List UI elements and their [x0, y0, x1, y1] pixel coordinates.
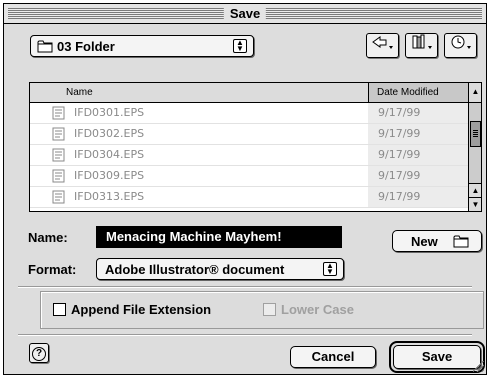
file-list[interactable]: Name Date Modified ▲ IFD0301.EPS 9/17/99…: [29, 82, 482, 212]
divider: [18, 334, 472, 336]
list-header: Name Date Modified: [30, 83, 468, 103]
file-name: IFD0313.EPS: [74, 190, 145, 203]
lower-case-checkbox: [263, 303, 276, 316]
title-bar[interactable]: Save: [4, 4, 486, 24]
scroll-up-arrow[interactable]: ▲: [469, 183, 481, 197]
table-row[interactable]: IFD0302.EPS 9/17/99: [30, 124, 468, 145]
help-icon: ?: [32, 347, 46, 361]
file-date: 9/17/99: [368, 145, 468, 165]
column-header-name[interactable]: Name: [30, 83, 368, 102]
pointing-hand-icon: [371, 36, 395, 53]
name-input-value: Menacing Machine Mayhem!: [100, 230, 338, 244]
folder-icon: [453, 234, 469, 253]
format-popup[interactable]: Adobe Illustrator® document ▲ ▼: [96, 258, 344, 280]
name-input[interactable]: Menacing Machine Mayhem!: [96, 226, 342, 248]
help-button[interactable]: ?: [29, 343, 49, 363]
file-name: IFD0304.EPS: [74, 148, 145, 161]
shortcuts-button[interactable]: [366, 33, 399, 58]
popup-arrows-icon: ▲ ▼: [323, 262, 337, 276]
save-button[interactable]: Save: [393, 345, 481, 369]
append-extension-label[interactable]: Append File Extension: [71, 302, 211, 317]
scroll-thumb[interactable]: [470, 121, 481, 147]
file-date: 9/17/99: [368, 124, 468, 144]
file-rows: IFD0301.EPS 9/17/99 IFD0302.EPS 9/17/99 …: [30, 103, 468, 208]
window-title: Save: [223, 5, 267, 22]
options-group: Append File Extension Lower Case: [40, 291, 484, 329]
file-date: 9/17/99: [368, 187, 468, 207]
vertical-scrollbar[interactable]: ▲ ▼: [468, 103, 481, 211]
name-label: Name:: [28, 230, 68, 245]
books-icon: [410, 34, 434, 53]
file-date: 9/17/99: [368, 103, 468, 123]
folder-popup-label: 03 Folder: [57, 39, 115, 54]
table-row[interactable]: IFD0301.EPS 9/17/99: [30, 103, 468, 124]
file-name: IFD0301.EPS: [74, 106, 145, 119]
popup-arrows-icon: ▲ ▼: [233, 39, 247, 53]
file-date: 9/17/99: [368, 166, 468, 186]
table-row[interactable]: IFD0313.EPS 9/17/99: [30, 187, 468, 208]
new-folder-button[interactable]: New: [392, 230, 482, 252]
scroll-grip: [473, 130, 478, 137]
recent-button[interactable]: [444, 33, 477, 58]
folder-popup[interactable]: 03 Folder ▲ ▼: [30, 35, 254, 57]
column-header-date[interactable]: Date Modified: [368, 83, 468, 102]
clock-icon: [449, 35, 473, 53]
file-name: IFD0302.EPS: [74, 127, 145, 140]
divider: [18, 286, 472, 288]
file-name: IFD0309.EPS: [74, 169, 145, 182]
new-folder-label: New: [411, 234, 438, 249]
lower-case-label: Lower Case: [281, 302, 354, 317]
format-popup-value: Adobe Illustrator® document: [105, 262, 285, 277]
table-row[interactable]: IFD0309.EPS 9/17/99: [30, 166, 468, 187]
scroll-down-arrow[interactable]: ▼: [469, 197, 481, 211]
cancel-button[interactable]: Cancel: [290, 346, 376, 368]
default-button-ring: Save: [389, 341, 485, 373]
favorites-button[interactable]: [405, 33, 438, 58]
format-label: Format:: [28, 262, 77, 277]
append-extension-checkbox[interactable]: [53, 303, 66, 316]
folder-icon: [37, 39, 53, 56]
save-dialog: Save 03 Folder ▲ ▼ Name Date Modified ▲ …: [3, 3, 487, 375]
resize-grip[interactable]: [473, 361, 484, 372]
sort-direction-button[interactable]: ▲: [468, 83, 481, 103]
table-row[interactable]: IFD0304.EPS 9/17/99: [30, 145, 468, 166]
